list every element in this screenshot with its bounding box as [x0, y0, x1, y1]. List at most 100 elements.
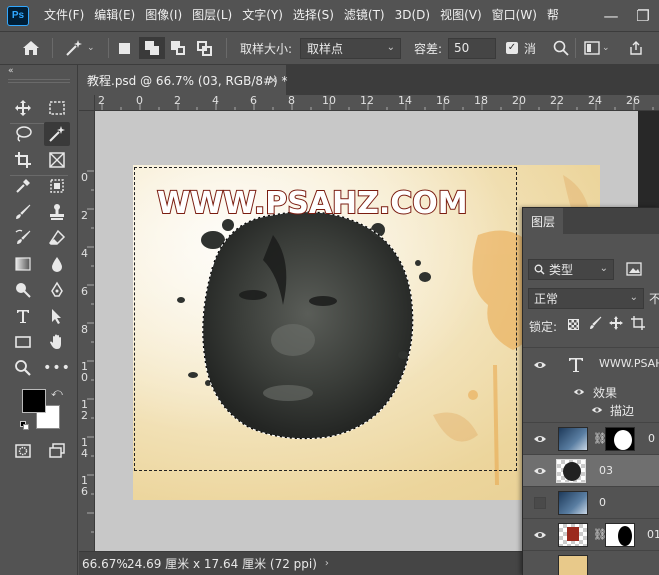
close-icon[interactable]: ✕ — [269, 74, 278, 87]
rectangle-tool[interactable] — [10, 330, 36, 354]
layer-filter-select[interactable]: 类型 ⌄ — [528, 259, 614, 280]
layer-row-text[interactable]: WWW.PSAH — [523, 347, 659, 381]
intersect-selection-button[interactable] — [197, 32, 212, 64]
menu-filter[interactable]: 滤镜(T) — [339, 0, 390, 31]
blur-tool[interactable] — [44, 252, 70, 276]
layer-thumbnail — [558, 491, 588, 515]
eye-icon[interactable] — [533, 432, 547, 446]
pen-tool[interactable] — [44, 278, 70, 302]
eraser-tool[interactable] — [44, 226, 70, 250]
add-to-selection-button[interactable] — [139, 37, 165, 59]
new-selection-icon — [119, 42, 130, 54]
hand-tool[interactable] — [44, 330, 70, 354]
history-brush-tool[interactable] — [10, 226, 36, 250]
layer-effects-row[interactable]: 效果 — [523, 383, 659, 401]
minimize-button[interactable]: — — [595, 0, 627, 31]
eyedropper-icon — [16, 179, 30, 193]
blend-mode-select[interactable]: 正常 ⌄ — [528, 288, 644, 309]
eye-icon[interactable] — [591, 404, 603, 416]
eye-icon[interactable] — [533, 464, 547, 478]
frame-tool[interactable] — [44, 148, 70, 172]
menu-file[interactable]: 文件(F) — [39, 0, 89, 31]
menu-image[interactable]: 图像(I) — [140, 0, 187, 31]
ruler-label: 14 — [398, 95, 412, 107]
spot-healing-tool[interactable] — [44, 174, 70, 198]
layer-row-partial[interactable] — [523, 550, 659, 575]
zoom-tool[interactable] — [10, 356, 36, 380]
lock-position-icon[interactable] — [609, 316, 623, 333]
quick-mask-button[interactable] — [10, 439, 36, 463]
edit-toolbar-button[interactable]: ••• — [43, 356, 71, 380]
clone-stamp-tool[interactable] — [44, 200, 70, 224]
lock-transparent-icon[interactable] — [568, 319, 579, 330]
ruler-label: 6 — [81, 285, 88, 298]
brush-tool[interactable] — [10, 200, 36, 224]
move-icon — [15, 100, 31, 116]
swap-colors-icon[interactable]: ⤺ — [51, 386, 63, 400]
sample-size-select[interactable]: 取样点 ⌄ — [300, 37, 401, 59]
horizontal-ruler[interactable]: 2 0 2 4 6 8 10 12 14 16 18 20 22 24 26 — [95, 95, 659, 111]
menu-window[interactable]: 窗口(W) — [487, 0, 542, 31]
eyedropper-tool[interactable] — [10, 174, 36, 198]
ruler-origin[interactable] — [79, 95, 95, 111]
toolbar-grip[interactable] — [8, 79, 70, 83]
mask-thumbnail[interactable] — [605, 427, 635, 451]
layer-row-hidden[interactable]: 0 — [523, 486, 659, 518]
menu-help[interactable]: 帮 — [542, 0, 564, 31]
path-selection-tool[interactable] — [44, 304, 70, 328]
foreground-color-swatch[interactable] — [22, 389, 46, 413]
image-filter-icon[interactable] — [626, 262, 642, 276]
eye-icon[interactable] — [573, 386, 585, 398]
zoom-level[interactable]: 66.67% — [79, 557, 128, 571]
chevron-down-icon: ⌄ — [629, 292, 638, 303]
subtract-selection-button[interactable] — [171, 32, 185, 64]
ruler-label: 22 — [550, 95, 564, 107]
effects-label: 效果 — [593, 386, 618, 400]
stroke-effect-row[interactable]: 描边 — [523, 401, 659, 419]
menu-type[interactable]: 文字(Y) — [237, 0, 288, 31]
vertical-ruler[interactable]: 0 2 4 6 8 1 0 1 2 1 4 1 6 — [79, 111, 95, 551]
gradient-tool[interactable] — [10, 252, 36, 276]
screen-mode-button[interactable] — [44, 439, 70, 463]
lasso-tool[interactable] — [10, 122, 36, 146]
tolerance-input[interactable]: 50 — [448, 37, 496, 59]
search-button[interactable] — [553, 32, 569, 64]
tool-preset-picker[interactable]: ⌄ — [64, 32, 95, 64]
type-icon — [17, 310, 29, 323]
magic-wand-tool[interactable] — [44, 122, 70, 146]
type-tool[interactable] — [10, 304, 36, 328]
menu-edit[interactable]: 编辑(E) — [89, 0, 140, 31]
crop-tool[interactable] — [10, 148, 36, 172]
dodge-tool[interactable] — [10, 278, 36, 302]
visibility-toggle[interactable] — [534, 497, 546, 509]
intersect-selection-icon — [197, 40, 212, 56]
default-colors-icon[interactable] — [20, 421, 30, 431]
ruler-label: 2 — [98, 95, 105, 107]
lock-artboard-icon[interactable] — [631, 316, 645, 333]
antialias-checkbox[interactable]: ✓ 消 — [506, 32, 536, 64]
home-button[interactable] — [22, 32, 40, 64]
new-selection-button[interactable] — [119, 32, 130, 64]
share-button[interactable] — [628, 32, 644, 64]
chevron-right-icon[interactable]: › — [325, 558, 329, 569]
layer-row-masked[interactable]: ⛓ 0 — [523, 422, 659, 454]
collapse-toolbar-button[interactable]: « — [8, 66, 14, 76]
workspace-button[interactable]: ⌄ — [584, 32, 610, 64]
mask-thumbnail[interactable] — [605, 523, 635, 547]
document-tab[interactable]: 教程.psd @ 66.7% (03, RGB/8#) * ✕ — [79, 65, 288, 95]
more-icon: ••• — [43, 360, 71, 376]
move-tool[interactable] — [10, 96, 36, 120]
eye-icon[interactable] — [533, 528, 547, 542]
menu-layer[interactable]: 图层(L) — [187, 0, 237, 31]
eye-icon[interactable] — [533, 358, 547, 372]
menu-3d[interactable]: 3D(D) — [390, 0, 435, 31]
restore-button[interactable]: ❐ — [627, 0, 659, 31]
tab-layers[interactable]: 图层 — [523, 208, 563, 234]
menu-select[interactable]: 选择(S) — [288, 0, 339, 31]
layer-row-selected[interactable]: 03 — [523, 454, 659, 486]
lock-pixels-icon[interactable] — [589, 316, 603, 333]
menu-view[interactable]: 视图(V) — [435, 0, 487, 31]
layer-row-masked-2[interactable]: ⛓ 01 — [523, 518, 659, 550]
home-icon — [23, 41, 39, 55]
marquee-tool[interactable] — [44, 96, 70, 120]
